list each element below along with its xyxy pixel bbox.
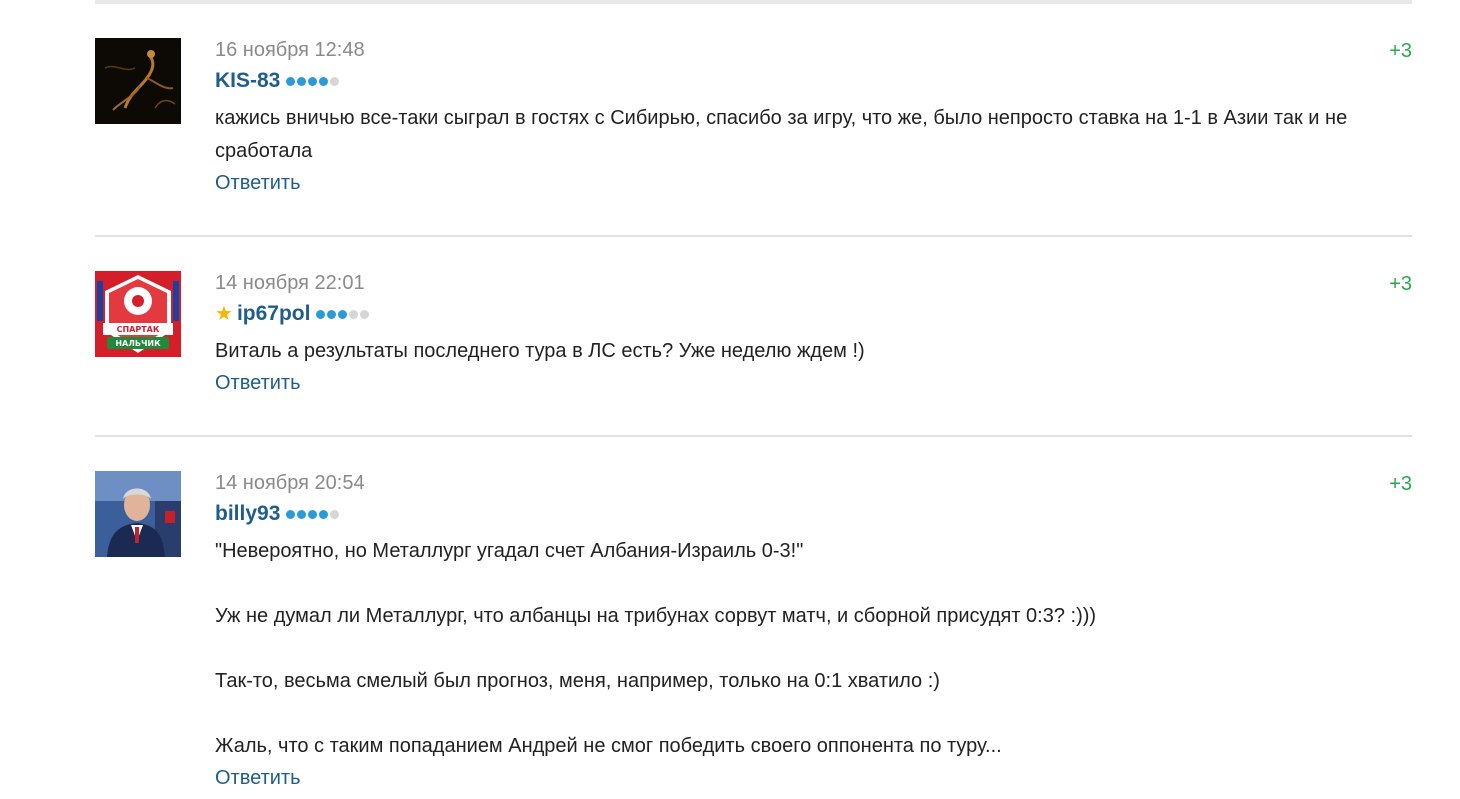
avatar-badge-bottom: НАЛЬЧИК — [115, 339, 161, 348]
author-line: KIS-83 — [215, 69, 1412, 93]
comment-date: 16 ноября 12:48 — [215, 39, 365, 61]
rank-dots — [316, 309, 370, 319]
spartak-nalchik-logo-avatar[interactable]: СПАРТАК НАЛЬЧИК — [95, 271, 181, 357]
comment-item: 14 ноября 20:54 billy93 "Невероятно, но … — [95, 471, 1412, 799]
reply-link[interactable]: Ответить — [215, 766, 301, 790]
avatar-badge-top: СПАРТАК — [117, 325, 160, 334]
comment-paragraph: Уж не думал ли Металлург, что албанцы на… — [215, 605, 1097, 627]
comment-paragraph: Так-то, весьма смелый был прогноз, меня,… — [215, 670, 940, 692]
comments-page: 16 ноября 12:48 KIS-83 кажись вничью все… — [0, 0, 1460, 799]
author-name[interactable]: KIS-83 — [215, 69, 280, 93]
rank-dot — [316, 309, 326, 319]
rank-dot — [360, 309, 370, 319]
comment-paragraph: Виталь а результаты последнего тура в ЛС… — [215, 340, 865, 362]
rank-dot — [330, 509, 340, 519]
author-line: ★ ip67pol — [215, 302, 1412, 326]
rank-dot — [286, 509, 296, 519]
comment-rating: +3 — [1389, 273, 1412, 295]
dancer-silhouette-avatar[interactable] — [95, 38, 181, 124]
comment-text: Виталь а результаты последнего тура в ЛС… — [215, 335, 1412, 368]
top-divider — [95, 0, 1412, 4]
rank-dots — [286, 509, 340, 519]
comment-paragraph: кажись вничью все-таки сыграл в гостях с… — [215, 107, 1348, 162]
reply-link[interactable]: Ответить — [215, 171, 301, 195]
rank-dot — [319, 509, 329, 519]
comment-item: СПАРТАК НАЛЬЧИК 14 ноября 22:01 ★ ip67po… — [95, 271, 1412, 411]
rank-dot — [297, 509, 307, 519]
comment-item: 16 ноября 12:48 KIS-83 кажись вничью все… — [95, 38, 1412, 208]
rank-dot — [327, 309, 337, 319]
comment-content: 14 ноября 20:54 billy93 "Невероятно, но … — [215, 471, 1412, 790]
star-icon: ★ — [215, 303, 233, 325]
rank-dot — [286, 76, 296, 86]
coach-photo-avatar[interactable] — [95, 471, 181, 557]
comment-date: 14 ноября 22:01 — [215, 272, 365, 294]
comment-text: "Невероятно, но Металлург угадал счет Ал… — [215, 535, 1412, 763]
comment-content: 16 ноября 12:48 KIS-83 кажись вничью все… — [215, 38, 1412, 195]
comment-divider — [95, 235, 1412, 237]
author-line: billy93 — [215, 502, 1412, 526]
rank-dot — [349, 309, 359, 319]
author-name[interactable]: billy93 — [215, 502, 280, 526]
reply-link[interactable]: Ответить — [215, 371, 301, 395]
rank-dot — [330, 76, 340, 86]
comment-divider — [95, 435, 1412, 437]
rank-dot — [297, 76, 307, 86]
rank-dots — [286, 76, 340, 86]
rank-dot — [308, 76, 318, 86]
comment-date: 14 ноября 20:54 — [215, 472, 365, 494]
rank-dot — [338, 309, 348, 319]
author-name[interactable]: ip67pol — [237, 302, 311, 326]
rank-dot — [308, 509, 318, 519]
comment-paragraph: "Невероятно, но Металлург угадал счет Ал… — [215, 540, 804, 562]
comment-text: кажись вничью все-таки сыграл в гостях с… — [215, 102, 1412, 168]
comment-paragraph: Жаль, что с таким попаданием Андрей не с… — [215, 735, 1002, 757]
rank-dot — [319, 76, 329, 86]
comment-content: 14 ноября 22:01 ★ ip67pol Виталь а резул… — [215, 271, 1412, 395]
comment-rating: +3 — [1389, 473, 1412, 495]
comment-rating: +3 — [1389, 40, 1412, 62]
